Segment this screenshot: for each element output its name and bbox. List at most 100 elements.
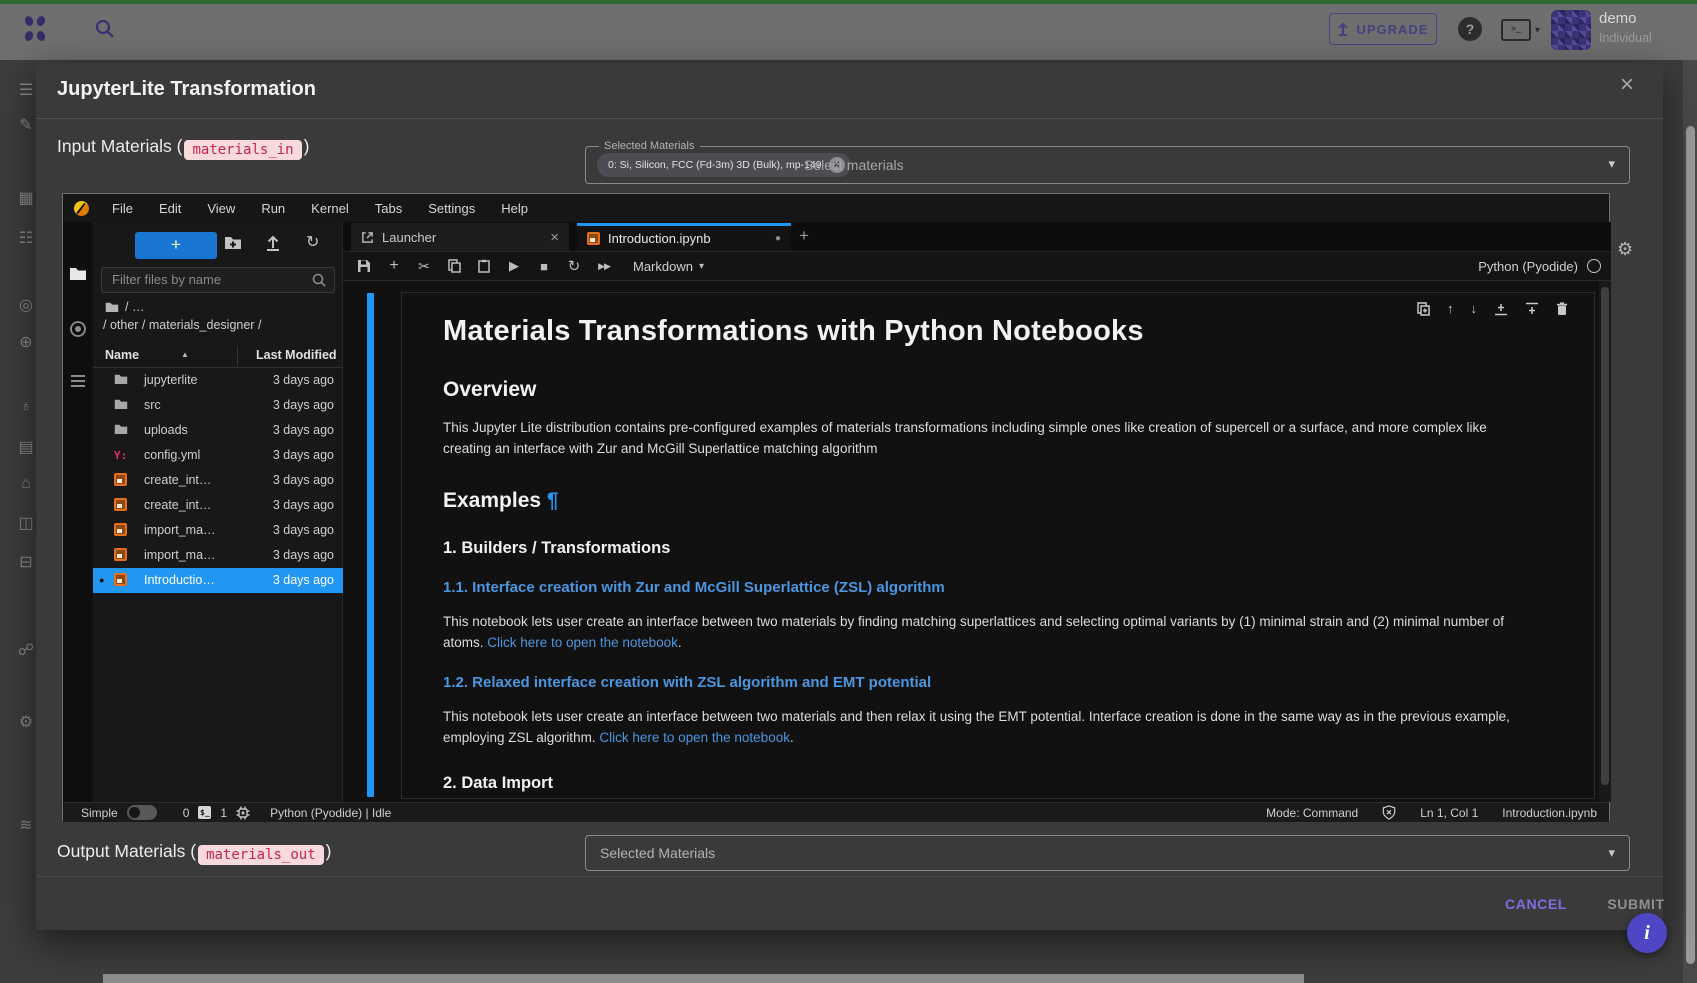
sidebar-icon-menu[interactable]: ☰	[14, 80, 38, 100]
menu-kernel[interactable]: Kernel	[298, 201, 362, 216]
heading-data-import: 2. Data Import	[443, 774, 1543, 793]
anchor-pilcrow[interactable]: ¶	[547, 489, 559, 512]
breadcrumb-root[interactable]: / …	[125, 300, 144, 314]
sidebar-icon-add[interactable]: ⊕	[14, 332, 38, 352]
table-row[interactable]: create_int… 3 days ago	[93, 493, 343, 518]
sidebar-icon-panel[interactable]: ◫	[14, 513, 38, 533]
menu-file[interactable]: File	[99, 201, 146, 216]
notebook-scrollbar-thumb[interactable]	[1601, 287, 1609, 785]
kernels-count[interactable]: 1	[220, 806, 227, 820]
page-scrollbar[interactable]	[1683, 60, 1697, 983]
help-icon[interactable]: ?	[1458, 17, 1482, 41]
restart-icon[interactable]: ↻	[559, 257, 589, 275]
table-row[interactable]: jupyterlite 3 days ago	[93, 368, 343, 393]
paragraph-1-1: This notebook lets user create an interf…	[443, 611, 1536, 653]
simple-mode-toggle[interactable]	[127, 805, 157, 820]
filter-files-input[interactable]: Filter files by name	[101, 267, 335, 293]
close-icon[interactable]: ×	[1620, 73, 1634, 97]
submit-button[interactable]: SUBMIT	[1596, 891, 1676, 917]
tab-launcher[interactable]: Launcher ×	[351, 223, 569, 251]
table-row[interactable]: Y: config.yml 3 days ago	[93, 443, 343, 468]
dropdown-caret-icon[interactable]: ▾	[1608, 836, 1615, 870]
kernel-status[interactable]: Python (Pyodide) | Idle	[270, 806, 391, 820]
sidebar-icon-minus[interactable]: ⊟	[14, 552, 38, 572]
new-tab-icon[interactable]: +	[799, 226, 809, 246]
search-icon[interactable]	[93, 17, 117, 41]
output-materials-select[interactable]: Selected Materials ▾	[585, 835, 1630, 871]
env-banner	[0, 0, 1697, 4]
sidebar-icon-home[interactable]: ⌂	[14, 475, 38, 493]
terminals-count[interactable]: 0	[183, 806, 190, 820]
save-icon[interactable]	[349, 259, 379, 273]
link-1-2[interactable]: 1.2. Relaxed interface creation with ZSL…	[443, 674, 1543, 691]
close-icon[interactable]: ×	[550, 229, 559, 246]
stop-icon[interactable]: ■	[529, 259, 559, 274]
run-icon[interactable]: ▶	[499, 258, 529, 274]
sort-asc-icon[interactable]: ▲	[181, 350, 189, 359]
upload-icon[interactable]	[266, 235, 280, 251]
table-row[interactable]: uploads 3 days ago	[93, 418, 343, 443]
table-of-contents-icon[interactable]	[63, 374, 93, 388]
link-1-1[interactable]: 1.1. Interface creation with Zur and McG…	[443, 579, 1543, 596]
column-last-modified[interactable]: Last Modified	[256, 348, 337, 362]
app-logo-icon[interactable]	[20, 14, 50, 44]
sidebar-icon-edit[interactable]: ✎	[14, 115, 38, 135]
menu-view[interactable]: View	[194, 201, 248, 216]
page-scrollbar-thumb[interactable]	[1686, 126, 1695, 964]
avatar[interactable]	[1551, 10, 1591, 50]
menu-run[interactable]: Run	[248, 201, 298, 216]
kernel-indicator[interactable]: Python (Pyodide)	[1478, 259, 1601, 274]
insert-cell-icon[interactable]: +	[379, 257, 409, 275]
menu-edit[interactable]: Edit	[146, 201, 194, 216]
sidebar-icon-list[interactable]: ☷	[14, 228, 38, 248]
sidebar-icon-gear[interactable]: ⚙	[14, 712, 38, 732]
column-name[interactable]: Name	[105, 348, 139, 362]
table-row[interactable]: import_ma… 3 days ago	[93, 518, 343, 543]
restart-run-all-icon[interactable]: ▶▶	[589, 261, 619, 272]
table-row[interactable]: import_ma… 3 days ago	[93, 543, 343, 568]
info-fab-button[interactable]: i	[1627, 913, 1667, 953]
yaml-file-icon: Y:	[114, 443, 127, 468]
statusbar-filename[interactable]: Introduction.ipynb	[1502, 806, 1597, 820]
menu-settings[interactable]: Settings	[415, 201, 488, 216]
selected-materials-input[interactable]: Selected Materials 0: Si, Silicon, FCC (…	[585, 146, 1630, 184]
copy-icon[interactable]	[439, 259, 469, 273]
sidebar-icon-table[interactable]: ▤	[14, 437, 38, 457]
cancel-button[interactable]: CANCEL	[1491, 891, 1581, 917]
dropdown-caret-icon[interactable]: ▾	[1608, 147, 1615, 181]
mode-indicator[interactable]: Mode: Command	[1266, 806, 1358, 820]
new-launcher-button[interactable]: +	[135, 232, 217, 259]
running-kernels-icon[interactable]	[63, 320, 93, 338]
cursor-position[interactable]: Ln 1, Col 1	[1420, 806, 1478, 820]
notebook-file-icon	[114, 498, 127, 511]
sidebar-icon-materials[interactable]: ▦	[14, 188, 38, 208]
refresh-icon[interactable]: ↻	[306, 232, 319, 252]
notebook-scrollbar[interactable]	[1599, 281, 1611, 802]
file-name: uploads	[144, 418, 188, 443]
cell-type-select[interactable]: Markdown	[633, 259, 693, 274]
menu-tabs[interactable]: Tabs	[362, 201, 415, 216]
open-notebook-link[interactable]: Click here to open the notebook	[599, 730, 790, 745]
markdown-cell[interactable]: ↑ ↓ Materials Transformations with Pytho…	[401, 292, 1595, 799]
sidebar-icon-structure[interactable]: ◎	[14, 295, 38, 315]
sidebar-icon-globe[interactable]: ♁	[14, 398, 38, 416]
paste-icon[interactable]	[469, 259, 499, 273]
tab-introduction-ipynb[interactable]: Introduction.ipynb ●	[577, 223, 791, 251]
panel-gear-icon[interactable]: ⚙	[1617, 239, 1633, 260]
table-row[interactable]: create_int… 3 days ago	[93, 468, 343, 493]
table-row[interactable]: src 3 days ago	[93, 393, 343, 418]
upgrade-button[interactable]: UPGRADE	[1329, 13, 1437, 45]
sidebar-icon-link[interactable]: ☍	[14, 640, 38, 660]
open-notebook-link[interactable]: Click here to open the notebook	[487, 635, 678, 650]
delete-cell-icon[interactable]	[1556, 302, 1568, 316]
cut-icon[interactable]: ✂	[409, 258, 439, 275]
sidebar-icon-waves[interactable]: ≋	[14, 815, 38, 835]
new-folder-icon[interactable]	[224, 235, 242, 251]
file-browser-icon[interactable]	[63, 266, 93, 281]
table-row-selected[interactable]: ● Introductio… 3 days ago	[93, 568, 343, 593]
file-name: create_int…	[144, 468, 211, 493]
console-menu-button[interactable]: >_ ▾	[1501, 19, 1540, 41]
menu-help[interactable]: Help	[488, 201, 541, 216]
breadcrumb[interactable]: / …	[105, 300, 144, 314]
breadcrumb-path[interactable]: / other / materials_designer /	[103, 318, 261, 332]
